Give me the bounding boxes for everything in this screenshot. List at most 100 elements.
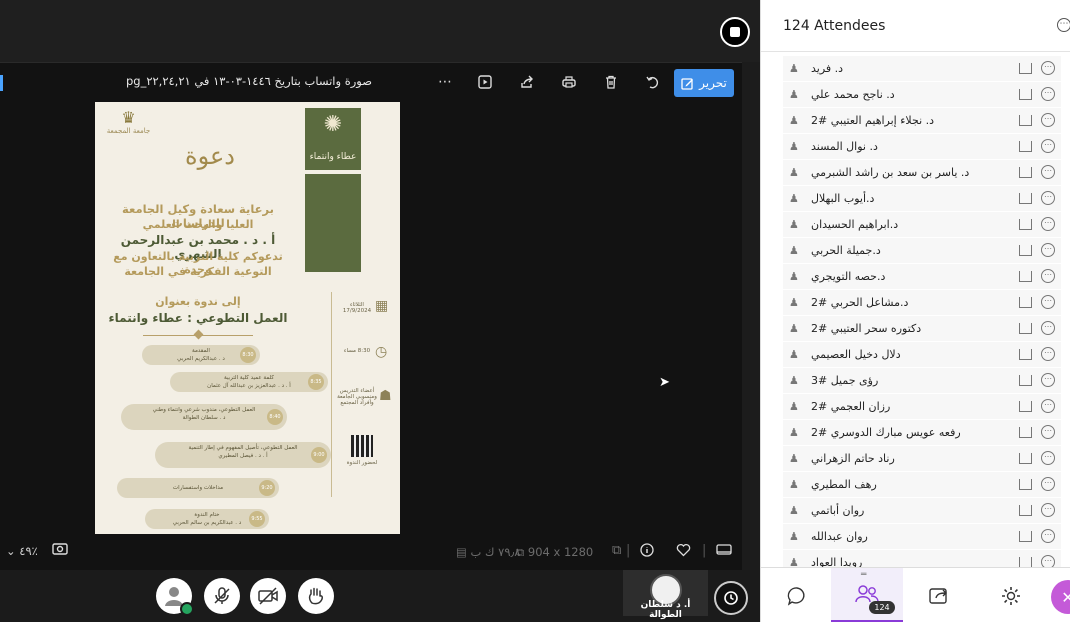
- program-time: 9:00: [311, 447, 327, 463]
- viewer-status-bar: ⌄ ٤٩٪ ٧٩٫٨ ك ب ▤ ⧉ 904 x 1280 ⧉ | |: [0, 539, 742, 563]
- stop-sharing-button[interactable]: [720, 17, 750, 47]
- session-menu-button[interactable]: [714, 581, 748, 615]
- print-button[interactable]: [558, 71, 580, 93]
- raise-hand-button[interactable]: [298, 578, 334, 614]
- attendee-row[interactable]: ♟ روان أباتمي ⋯: [783, 498, 1061, 524]
- attendee-row[interactable]: ♟ د.مشاعل الحربي #2 ⋯: [783, 290, 1061, 316]
- more-options-button[interactable]: ⋯: [434, 71, 456, 93]
- attendee-row[interactable]: ♟ رؤى جميل #3 ⋯: [783, 368, 1061, 394]
- attendee-options-button[interactable]: ⋯: [1041, 451, 1055, 465]
- attendee-row[interactable]: ♟ د.حصه التويجري ⋯: [783, 264, 1061, 290]
- rotate-button[interactable]: [642, 71, 664, 93]
- camera-toggle[interactable]: [250, 578, 286, 614]
- attendee-name: رفعه عويس مبارك الدوسري #2: [811, 426, 961, 439]
- attendee-options-button[interactable]: ⋯: [1041, 165, 1055, 179]
- mic-status-icon: [1019, 427, 1032, 438]
- attendee-options-button[interactable]: ⋯: [1041, 321, 1055, 335]
- attendee-options-button[interactable]: ⋯: [1041, 373, 1055, 387]
- attendee-row[interactable]: ♟ رزان العجمي #2 ⋯: [783, 394, 1061, 420]
- info-icon: [640, 543, 654, 557]
- person-icon: ♟: [789, 348, 799, 361]
- crest-icon: ♛: [121, 108, 136, 127]
- program-title: العمل التطوعي، تأصيل المفهوم في إطار الت…: [188, 445, 298, 451]
- attendee-name: د. ياسر بن سعد بن راشد الشبرمي: [811, 166, 970, 179]
- attendee-options-button[interactable]: ⋯: [1041, 347, 1055, 361]
- attendee-options-button[interactable]: ⋯: [1041, 503, 1055, 517]
- attendee-row[interactable]: ♟ د. نوال المسند ⋯: [783, 134, 1061, 160]
- attendee-options-button[interactable]: ⋯: [1041, 243, 1055, 257]
- attendee-name: رزان العجمي #2: [811, 400, 891, 413]
- attendee-options-button[interactable]: ⋯: [1041, 477, 1055, 491]
- person-icon: ♟: [789, 62, 799, 75]
- attendee-row[interactable]: ♟ د.جميلة الحربي ⋯: [783, 238, 1061, 264]
- share-content-tab[interactable]: [921, 578, 957, 614]
- filmstrip-button[interactable]: [716, 543, 732, 561]
- attendee-row[interactable]: ♟ رويدا العواد ⋯: [783, 550, 1061, 567]
- favorite-button[interactable]: [676, 543, 691, 561]
- dimensions-value: 904 x 1280: [527, 545, 594, 559]
- attendee-options-button[interactable]: ⋯: [1041, 139, 1055, 153]
- slideshow-button[interactable]: [474, 71, 496, 93]
- person-icon: ♟: [789, 270, 799, 283]
- poster-divider-dot: [193, 329, 204, 340]
- attendee-row[interactable]: ♟ رهف المطيري ⋯: [783, 472, 1061, 498]
- attendee-options-button[interactable]: ⋯: [1041, 217, 1055, 231]
- clock-icon: ◷: [375, 344, 388, 360]
- program-time: 9:20: [259, 480, 275, 496]
- attendee-row[interactable]: ♟ رناد حاتم الزهراني ⋯: [783, 446, 1061, 472]
- attendee-name: د. نوال المسند: [811, 140, 878, 153]
- program-time: 8:35: [308, 374, 324, 390]
- attendee-row[interactable]: ♟ د.ابراهيم الحسيدان ⋯: [783, 212, 1061, 238]
- attendee-row[interactable]: ♟ رفعه عويس مبارك الدوسري #2 ⋯: [783, 420, 1061, 446]
- my-status-button[interactable]: [156, 578, 194, 616]
- fit-to-window-button[interactable]: [52, 542, 68, 559]
- attendee-list[interactable]: ♟ د. فريد ⋯ ♟ د. ناجح محمد علي ⋯ ♟ د. نجلاء إبر…: [761, 52, 1070, 567]
- attendee-row[interactable]: ♟ د. فريد ⋯: [783, 56, 1061, 82]
- date-text: 17/9/2024: [342, 308, 372, 314]
- chat-tab[interactable]: [779, 578, 815, 614]
- chat-icon: [787, 587, 805, 606]
- zoom-level[interactable]: ⌄ ٤٩٪: [6, 544, 38, 558]
- attendee-options-button[interactable]: ⋯: [1041, 555, 1055, 567]
- attendee-options-button[interactable]: ⋯: [1041, 191, 1055, 205]
- person-icon: ♟: [789, 556, 799, 567]
- calendar-icon: ▦: [375, 298, 389, 314]
- file-title: صورة واتساب بتاريخ ١٤٤٦-٠٣-١٣ في ٢٢,٢٤,٢…: [126, 74, 372, 88]
- attendee-row[interactable]: ♟ د. ياسر بن سعد بن راشد الشبرمي ⋯: [783, 160, 1061, 186]
- person-icon: ♟: [789, 530, 799, 543]
- program-title: المقدمة: [192, 348, 210, 354]
- attendee-options-button[interactable]: ⋯: [1041, 61, 1055, 75]
- attendee-options-button[interactable]: ⋯: [1041, 87, 1055, 101]
- attendees-tab[interactable]: ═: [831, 568, 903, 622]
- microphone-toggle[interactable]: [204, 578, 240, 614]
- trash-icon: [606, 75, 616, 89]
- attendee-row[interactable]: ♟ د. ناجح محمد علي ⋯: [783, 82, 1061, 108]
- attendee-row[interactable]: ♟ د.أيوب البهلال ⋯: [783, 186, 1061, 212]
- share-button[interactable]: [516, 71, 538, 93]
- delete-button[interactable]: [600, 71, 622, 93]
- mic-status-icon: [1019, 323, 1032, 334]
- attendee-options-button[interactable]: ⋯: [1041, 529, 1055, 543]
- attendee-row[interactable]: ♟ دلال دخيل العصيمي ⋯: [783, 342, 1061, 368]
- attendees-options-button[interactable]: ⋯: [1057, 18, 1070, 32]
- attendees-title: 124 Attendees: [783, 18, 886, 34]
- attendee-row[interactable]: ♟ دكتوره سحر العتيبي #2 ⋯: [783, 316, 1061, 342]
- dimensions-icon: ⧉: [516, 545, 525, 559]
- settings-tab[interactable]: [993, 578, 1029, 614]
- edit-button[interactable]: تحرير: [674, 69, 734, 97]
- attendee-options-button[interactable]: ⋯: [1041, 425, 1055, 439]
- poster-brand-text: عطاء وانتماء: [309, 152, 357, 162]
- attendee-options-button[interactable]: ⋯: [1041, 295, 1055, 309]
- program-item: كلمة عميد كلية التربية أ . د . عبدالعزيز …: [170, 372, 328, 392]
- active-speaker-tile[interactable]: أ. د سلطان الطوالة: [623, 570, 708, 620]
- attendee-options-button[interactable]: ⋯: [1041, 113, 1055, 127]
- stage-top-bar: [0, 0, 760, 62]
- attendee-row[interactable]: ♟ د. نجلاء إبراهيم العتيبي #2 ⋯: [783, 108, 1061, 134]
- close-panel-button[interactable]: ✕: [1051, 580, 1070, 614]
- info-button[interactable]: [640, 543, 654, 561]
- drag-handle-icon: ═: [861, 570, 867, 580]
- program-item: مداخلات واستفسارات 9:20: [117, 478, 279, 498]
- attendee-options-button[interactable]: ⋯: [1041, 269, 1055, 283]
- attendee-row[interactable]: ♟ روان عبدالله ⋯: [783, 524, 1061, 550]
- attendee-options-button[interactable]: ⋯: [1041, 399, 1055, 413]
